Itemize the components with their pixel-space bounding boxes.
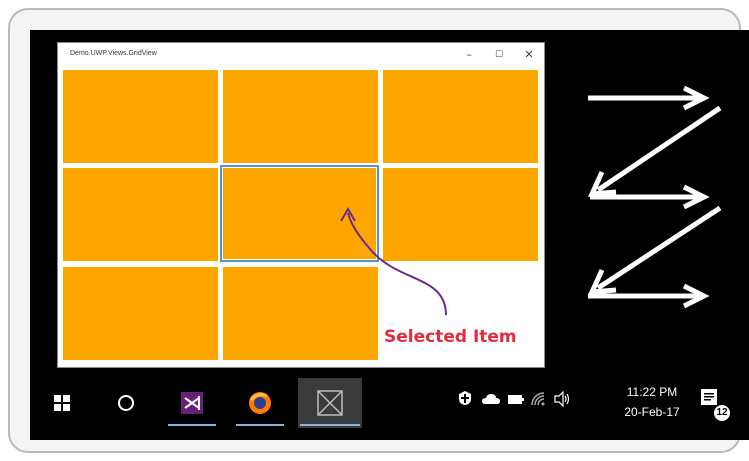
battery-icon[interactable] (508, 395, 524, 404)
flow-arrow-row2 (590, 184, 710, 210)
clock[interactable]: 11:22 PM 20-Feb-17 (618, 382, 686, 422)
firefox-icon[interactable] (234, 378, 286, 428)
flow-arrow-diagonal1 (587, 105, 722, 197)
shield-icon[interactable] (458, 390, 472, 406)
clock-time: 11:22 PM (626, 385, 678, 399)
flow-arrow-diagonal2 (587, 205, 722, 295)
speaker-icon[interactable] (554, 391, 572, 407)
tablet-bezel: Demo.UWP.Views.GridView – ☐ ✕ Selected I… (8, 8, 749, 453)
visual-studio-rc-icon[interactable] (166, 378, 218, 428)
windows-start-icon[interactable] (46, 378, 78, 428)
notification-count-badge: 12 (714, 405, 730, 421)
screen: Demo.UWP.Views.GridView – ☐ ✕ Selected I… (30, 30, 749, 440)
wifi-icon[interactable] (530, 391, 546, 407)
clock-date: 20-Feb-17 (624, 405, 680, 419)
uwp-app-icon[interactable] (298, 378, 362, 428)
taskbar: 11:22 PM 20-Feb-17 12 (30, 378, 749, 428)
cortana-search-icon[interactable] (110, 378, 142, 428)
onedrive-cloud-icon[interactable] (482, 394, 500, 404)
flow-arrow-row1 (588, 85, 710, 111)
flow-direction-arrows (587, 85, 722, 309)
